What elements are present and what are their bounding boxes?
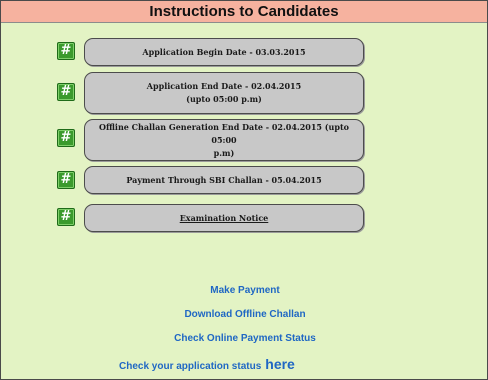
instruction-item-text: Application End Date - 02.04.2015 bbox=[146, 81, 302, 91]
instruction-item-text: Application Begin Date - 03.03.2015 bbox=[142, 46, 306, 57]
hash-icon: # bbox=[57, 83, 75, 101]
instruction-item-application-end-date: Application End Date - 02.04.2015 (upto … bbox=[84, 72, 364, 114]
instruction-item-text: Payment Through SBI Challan - 05.04.2015 bbox=[126, 174, 322, 185]
instructions-panel: Instructions to Candidates # Application… bbox=[0, 0, 488, 380]
page-title: Instructions to Candidates bbox=[1, 1, 487, 23]
download-offline-challan-link[interactable]: Download Offline Challan bbox=[1, 308, 488, 322]
examination-notice-item: Examination Notice bbox=[84, 204, 364, 232]
application-status-line: Check your application status here bbox=[119, 356, 295, 374]
instruction-item-sbi-challan-payment: Payment Through SBI Challan - 05.04.2015 bbox=[84, 166, 364, 194]
check-online-payment-status-link[interactable]: Check Online Payment Status bbox=[1, 332, 488, 346]
hash-icon: # bbox=[57, 129, 75, 147]
application-status-text: Check your application status bbox=[119, 361, 262, 372]
hash-icon: # bbox=[57, 42, 75, 60]
instruction-item-offline-challan-end-date: Offline Challan Generation End Date - 02… bbox=[84, 119, 364, 161]
make-payment-link[interactable]: Make Payment bbox=[1, 284, 488, 298]
instruction-item-application-begin-date: Application Begin Date - 03.03.2015 bbox=[84, 38, 364, 66]
examination-notice-link[interactable]: Examination Notice bbox=[180, 212, 269, 225]
hash-icon: # bbox=[57, 208, 75, 226]
instruction-item-subtext: (upto 05:00 p.m) bbox=[186, 94, 262, 104]
application-status-here-link[interactable]: here bbox=[265, 356, 295, 372]
hash-icon: # bbox=[57, 171, 75, 189]
instruction-item-subtext: p.m) bbox=[213, 147, 235, 158]
instruction-item-text: Offline Challan Generation End Date - 02… bbox=[99, 121, 349, 145]
